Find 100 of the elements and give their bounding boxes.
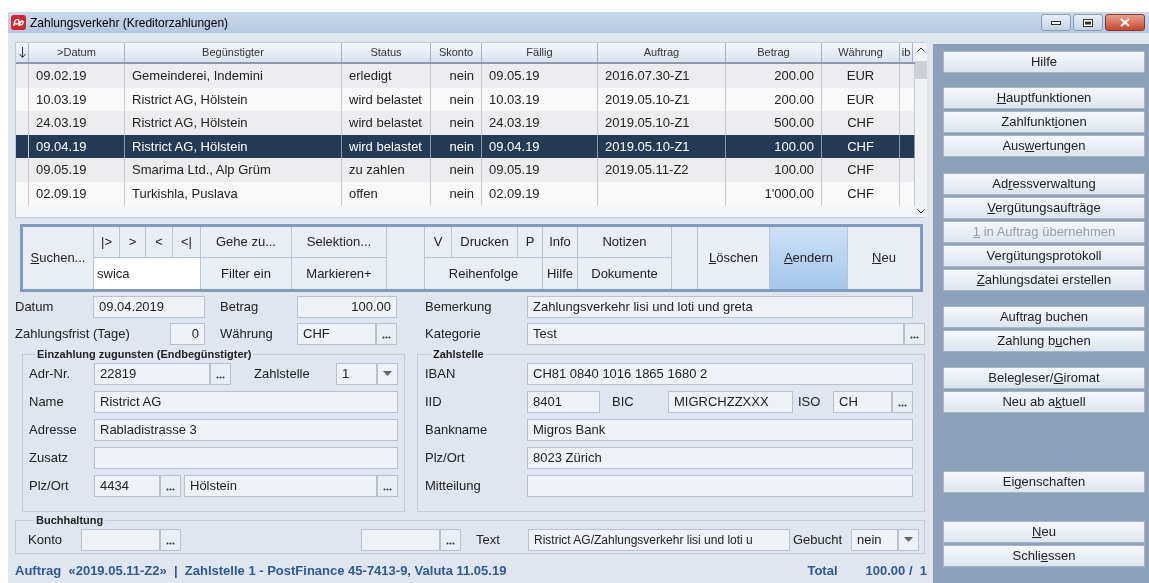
nav-button[interactable]: <|: [173, 227, 200, 257]
input-field[interactable]: CH81 0840 1016 1865 1680 2: [527, 362, 913, 385]
side-button[interactable]: Zahlfunktionen: [943, 111, 1145, 133]
search-field[interactable]: swica: [94, 258, 200, 289]
toolbar-button[interactable]: Hilfe: [543, 258, 577, 289]
action-button[interactable]: Löschen: [698, 227, 769, 289]
input-field[interactable]: 0: [170, 323, 205, 345]
side-button[interactable]: Hilfe: [943, 51, 1145, 73]
column-header[interactable]: Begünstigter: [125, 43, 342, 62]
action-button[interactable]: Neu: [848, 227, 920, 289]
table-cell: 500.00: [726, 111, 822, 135]
toolbar-button[interactable]: Markieren+: [292, 258, 386, 289]
nav-button[interactable]: >: [120, 227, 145, 257]
column-header[interactable]: Status: [342, 43, 431, 62]
table-cell: nein: [431, 64, 482, 88]
toolbar-button[interactable]: Dokumente: [578, 258, 671, 289]
input-field[interactable]: [94, 446, 398, 469]
side-button[interactable]: Zahlung buchen: [943, 330, 1145, 352]
blank-panel: [672, 227, 697, 289]
input-field[interactable]: 8023 Zürich: [527, 446, 913, 469]
input-field[interactable]: 09.04.2019: [93, 296, 205, 318]
input-field[interactable]: 1: [336, 362, 377, 385]
input-field[interactable]: Migros Bank: [527, 418, 913, 441]
input-field[interactable]: MIGRCHZZXXX: [668, 390, 793, 413]
side-button[interactable]: Neu: [943, 521, 1145, 543]
column-header[interactable]: >Datum: [29, 43, 125, 62]
side-button[interactable]: Schliessen: [943, 545, 1145, 567]
input-field[interactable]: [81, 528, 160, 551]
dropdown-button[interactable]: [898, 528, 919, 551]
column-header[interactable]: [16, 43, 29, 62]
dropdown-button[interactable]: [377, 362, 398, 385]
browse-button[interactable]: [376, 323, 397, 345]
scrollbar-thumb[interactable]: [915, 61, 927, 79]
toolbar-button[interactable]: Reihenfolge: [425, 258, 542, 289]
input-field[interactable]: 8401: [527, 390, 600, 413]
input-field[interactable]: 22819: [94, 362, 210, 385]
input-field[interactable]: CH: [833, 390, 892, 413]
toolbar-button[interactable]: P: [518, 227, 542, 257]
input-field[interactable]: Test: [527, 323, 904, 345]
maximize-button[interactable]: [1073, 14, 1103, 31]
column-header[interactable]: ib: [900, 43, 913, 62]
input-field[interactable]: Rabladistrasse 3: [94, 418, 398, 441]
side-button[interactable]: Auftrag buchen: [943, 306, 1145, 328]
nav-button[interactable]: |>: [94, 227, 119, 257]
table-row[interactable]: 24.03.19 Ristrict AG, Hölstein wird belastet nein 24.03.19 2019.05.10-Z1 500.00 CHF: [16, 111, 915, 135]
side-button[interactable]: Hauptfunktionen: [943, 87, 1145, 109]
ellipsis-icon: [446, 541, 455, 545]
input-field[interactable]: nein: [851, 528, 898, 551]
action-button[interactable]: Aendern: [770, 227, 847, 289]
minimize-button[interactable]: [1041, 14, 1071, 31]
close-button[interactable]: [1105, 14, 1145, 31]
browse-button[interactable]: [904, 323, 925, 345]
toolbar-button[interactable]: Gehe zu...: [201, 227, 291, 257]
browse-button[interactable]: [210, 362, 231, 385]
input-field[interactable]: 100.00: [297, 296, 397, 318]
field-label: Betrag: [220, 298, 260, 317]
field-label: IBAN: [425, 364, 457, 383]
toolbar-button[interactable]: Notizen: [578, 227, 671, 257]
side-button[interactable]: Adressverwaltung: [943, 173, 1145, 195]
search-button[interactable]: Suchen...: [23, 227, 93, 289]
side-button[interactable]: Auswertungen: [943, 135, 1145, 157]
browse-button[interactable]: [160, 528, 181, 551]
input-field[interactable]: Zahlungsverkehr lisi und loti und greta: [527, 296, 913, 318]
side-button[interactable]: Zahlungsdatei erstellen: [943, 269, 1145, 291]
column-header[interactable]: Währung: [822, 43, 900, 62]
side-button[interactable]: Neu ab aktuell: [943, 391, 1145, 413]
nav-button[interactable]: <: [146, 227, 172, 257]
table-row[interactable]: 09.04.19 Ristrict AG, Hölstein wird belastet nein 09.04.19 2019.05.10-Z1 100.00 CHF: [16, 134, 915, 159]
table-cell: 09.05.19: [482, 158, 598, 182]
input-field[interactable]: CHF: [297, 323, 376, 345]
side-button[interactable]: Vergütungsaufträge: [943, 197, 1145, 219]
browse-button[interactable]: [377, 474, 398, 497]
table-row[interactable]: 09.02.19 Gemeinderei, Indemini erledigt nein 09.05.19 2016.07.30-Z1 200.00 EUR: [16, 64, 915, 88]
toolbar-button[interactable]: Selektion...: [292, 227, 386, 257]
browse-button[interactable]: [440, 528, 461, 551]
input-field[interactable]: Ristrict AG: [94, 390, 398, 413]
browse-button[interactable]: [892, 390, 913, 413]
input-field[interactable]: [527, 474, 913, 497]
column-header[interactable]: Fällig: [482, 43, 598, 62]
side-button[interactable]: Vergütungsprotokoll: [943, 245, 1145, 267]
input-field[interactable]: Hölstein: [184, 474, 377, 497]
input-field[interactable]: Ristrict AG/Zahlungsverkehr lisi und loti u: [528, 528, 790, 551]
column-header[interactable]: Skonto: [431, 43, 482, 62]
input-field[interactable]: [361, 528, 440, 551]
toolbar-button[interactable]: Drucken: [452, 227, 517, 257]
toolbar-button[interactable]: Filter ein: [201, 258, 291, 289]
toolbar-button[interactable]: Info: [543, 227, 577, 257]
toolbar-button[interactable]: V: [425, 227, 451, 257]
column-header[interactable]: Auftrag: [598, 43, 726, 62]
side-button[interactable]: Belegleser/Giromat: [943, 367, 1145, 389]
table-cell: CHF: [822, 111, 900, 135]
input-field[interactable]: 4434: [94, 474, 160, 497]
table-row[interactable]: 09.05.19 Smarima Ltd., Alp Grüm zu zahlen nein 09.05.19 2019.05.11-Z2 100.00 CHF: [16, 158, 915, 182]
field-label: Bemerkung: [425, 298, 493, 317]
column-header[interactable]: Betrag: [726, 43, 822, 62]
side-button[interactable]: Eigenschaften: [943, 471, 1145, 493]
scrollbar[interactable]: [915, 43, 927, 217]
table-row[interactable]: 02.09.19 Turkishla, Puslava offen nein 02.09.19 1'000.00 CHF: [16, 181, 915, 206]
browse-button[interactable]: [160, 474, 181, 497]
table-row[interactable]: 10.03.19 Ristrict AG, Hölstein wird belastet nein 10.03.19 2019.05.10-Z1 200.00 EUR: [16, 87, 915, 112]
